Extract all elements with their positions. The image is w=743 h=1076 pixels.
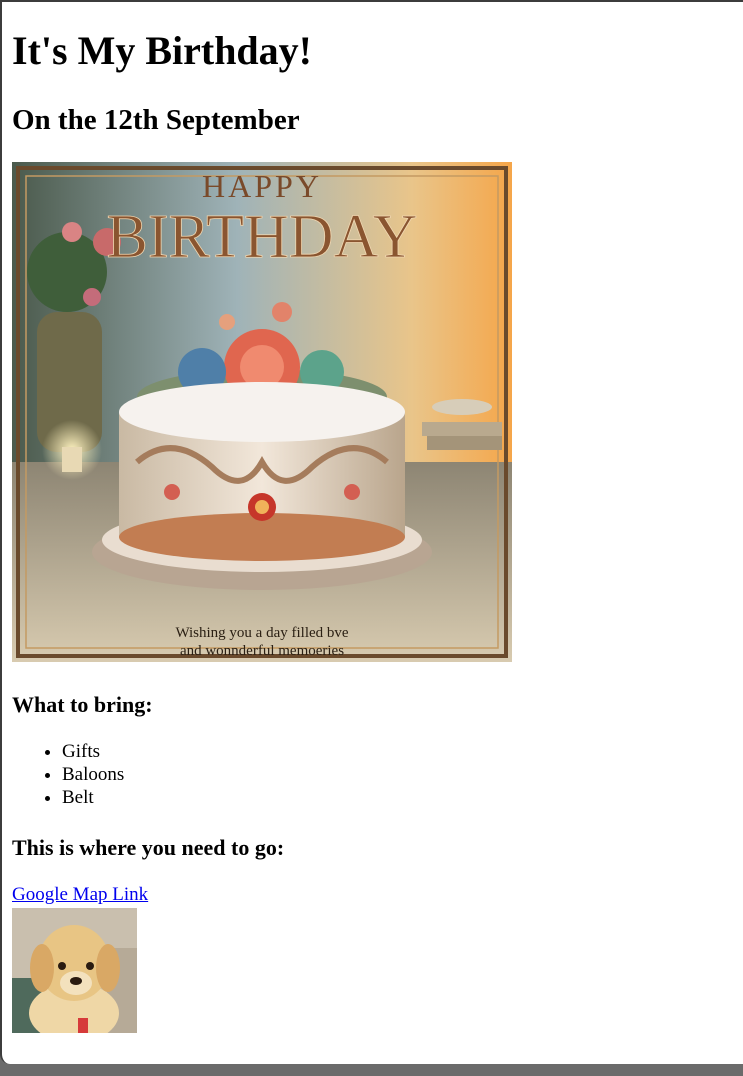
list-item: Baloons [62,763,124,786]
directions-heading: This is where you need to go: [12,835,285,860]
hero-headline-top: HAPPY [202,168,322,204]
bring-list: Gifts Baloons Belt [12,740,124,809]
puppy-image[interactable] [12,908,137,1033]
event-date: On the 12th September [12,104,300,136]
what-to-bring-heading: What to bring: [12,692,153,717]
hero-caption-line1: Wishing you a day filled bve [175,625,348,641]
list-item: Belt [62,786,124,809]
hero-headline-main: BIRTHDAY [107,203,418,271]
birthday-cake-image: HAPPY BIRTHDAY Wishing you a day filled … [12,162,512,662]
page-title: It's My Birthday! [12,28,312,73]
hero-caption-line2: and wonnderful memoeries [180,643,344,659]
list-item: Gifts [62,740,124,763]
google-map-link[interactable]: Google Map Link [12,884,148,906]
browser-window: It's My Birthday! On the 12th September [0,0,743,1064]
